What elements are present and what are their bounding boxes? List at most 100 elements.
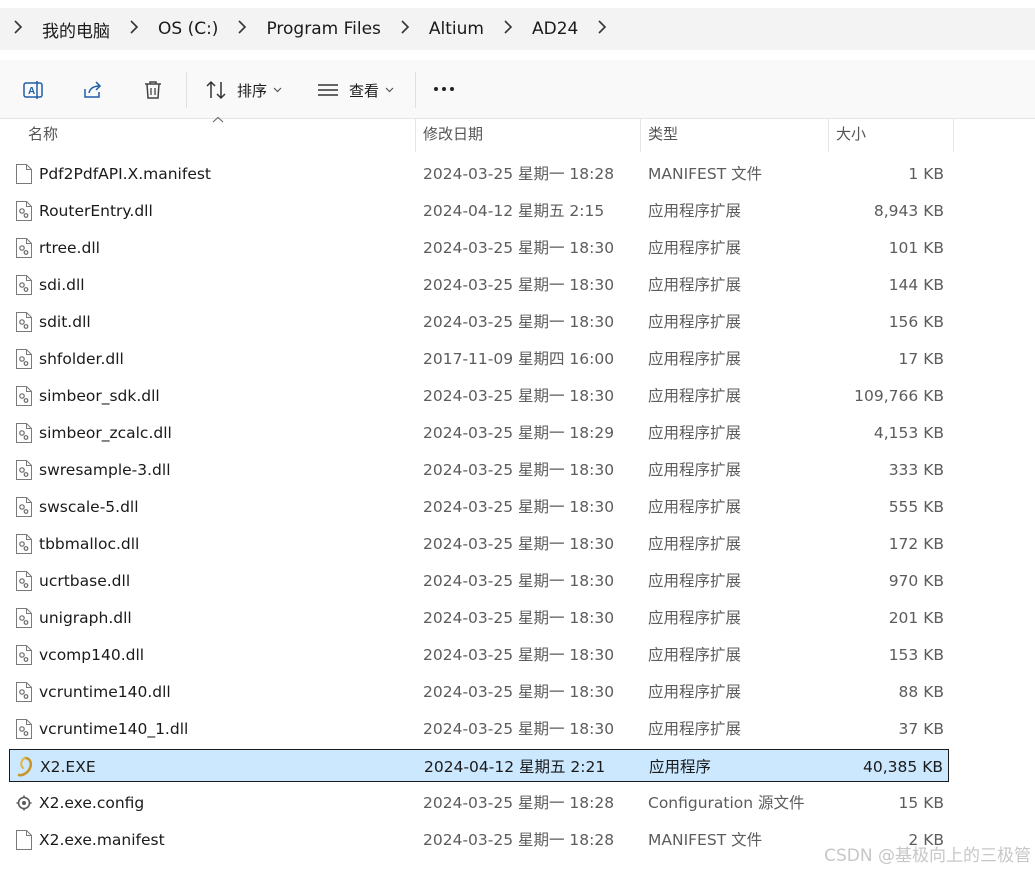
file-type: 应用程序扩展 xyxy=(648,239,742,257)
column-size[interactable]: 大小 xyxy=(836,118,866,152)
dll-file-icon xyxy=(15,496,33,518)
file-modified-date: 2024-04-12 星期五 2:21 xyxy=(424,758,606,776)
file-size: 153 KB xyxy=(888,646,944,664)
column-divider[interactable] xyxy=(828,118,829,152)
file-modified-date: 2024-03-25 星期一 18:29 xyxy=(423,424,615,442)
chevron-right-icon[interactable] xyxy=(120,19,148,39)
column-type[interactable]: 类型 xyxy=(648,118,678,152)
breadcrumb-item[interactable]: 我的电脑 xyxy=(32,17,120,42)
dll-file-icon xyxy=(15,311,33,333)
file-row[interactable]: vcomp140.dll 2024-03-25 星期一 18:30 应用程序扩展 15… xyxy=(9,638,949,671)
file-size: 156 KB xyxy=(888,313,944,331)
file-row[interactable]: swscale-5.dll 2024-03-25 星期一 18:30 应用程序扩展 5… xyxy=(9,490,949,523)
file-name: rtree.dll xyxy=(39,239,100,257)
file-row[interactable]: vcruntime140_1.dll 2024-03-25 星期一 18:30 应用… xyxy=(9,712,949,745)
dll-file-icon xyxy=(15,348,33,370)
file-name: X2.exe.manifest xyxy=(39,831,165,849)
file-row[interactable]: X2.exe.config 2024-03-25 星期一 18:28 Configu… xyxy=(9,786,949,819)
file-row[interactable]: Pdf2PdfAPI.X.manifest 2024-03-25 星期一 18:2… xyxy=(9,157,949,190)
altium-app-icon xyxy=(16,756,34,778)
dll-file-icon xyxy=(15,385,33,407)
toolbar-divider xyxy=(186,72,187,108)
sort-button[interactable]: 排序 xyxy=(205,76,282,104)
rename-icon[interactable]: A xyxy=(20,77,46,103)
file-size: 101 KB xyxy=(888,239,944,257)
file-modified-date: 2024-03-25 星期一 18:30 xyxy=(423,683,615,701)
file-type: 应用程序扩展 xyxy=(648,498,742,516)
file-size: 4,153 KB xyxy=(873,424,944,442)
file-type: 应用程序扩展 xyxy=(648,202,742,220)
file-name: Pdf2PdfAPI.X.manifest xyxy=(39,165,212,183)
view-button[interactable]: 查看 xyxy=(317,76,394,104)
file-modified-date: 2024-03-25 星期一 18:30 xyxy=(423,720,615,738)
column-divider[interactable] xyxy=(640,118,641,152)
chevron-down-icon xyxy=(385,87,394,93)
column-name[interactable]: 名称 xyxy=(28,118,58,152)
file-modified-date: 2024-03-25 星期一 18:30 xyxy=(423,276,615,294)
address-bar[interactable]: 我的电脑 OS (C:) Program Files Altium AD24 xyxy=(0,8,1035,50)
file-name: vcruntime140_1.dll xyxy=(39,720,189,738)
file-row[interactable]: sdit.dll 2024-03-25 星期一 18:30 应用程序扩展 156 KB xyxy=(9,305,949,338)
breadcrumb-item[interactable]: Altium xyxy=(419,19,494,39)
file-modified-date: 2024-03-25 星期一 18:28 xyxy=(423,831,615,849)
chevron-right-icon[interactable] xyxy=(228,19,256,39)
file-modified-date: 2024-04-12 星期五 2:15 xyxy=(423,202,605,220)
file-row[interactable]: unigraph.dll 2024-03-25 星期一 18:30 应用程序扩展 20… xyxy=(9,601,949,634)
toolbar-divider xyxy=(415,72,416,108)
file-modified-date: 2024-03-25 星期一 18:30 xyxy=(423,239,615,257)
file-row[interactable]: swresample-3.dll 2024-03-25 星期一 18:30 应用程序… xyxy=(9,453,949,486)
command-bar: A 排序 查看 xyxy=(0,60,1035,119)
file-row-selected[interactable]: X2.EXE 2024-04-12 星期五 2:21 应用程序 40,385 KB xyxy=(9,749,949,782)
file-type: 应用程序扩展 xyxy=(648,609,742,627)
more-icon[interactable] xyxy=(434,82,458,96)
breadcrumb-item[interactable]: AD24 xyxy=(522,19,588,39)
breadcrumb-item[interactable]: OS (C:) xyxy=(148,19,228,39)
file-name: swscale-5.dll xyxy=(39,498,139,516)
file-type: 应用程序扩展 xyxy=(648,572,742,590)
file-type: 应用程序扩展 xyxy=(648,387,742,405)
file-size: 333 KB xyxy=(888,461,944,479)
chevron-right-icon[interactable] xyxy=(494,19,522,39)
file-row[interactable]: tbbmalloc.dll 2024-03-25 星期一 18:30 应用程序扩展 1… xyxy=(9,527,949,560)
file-row[interactable]: vcruntime140.dll 2024-03-25 星期一 18:30 应用程序… xyxy=(9,675,949,708)
file-type: 应用程序扩展 xyxy=(648,424,742,442)
file-row[interactable]: X2.exe.manifest 2024-03-25 星期一 18:28 MANIF… xyxy=(9,823,949,856)
column-date[interactable]: 修改日期 xyxy=(423,118,483,152)
file-row[interactable]: simbeor_sdk.dll 2024-03-25 星期一 18:30 应用程序扩… xyxy=(9,379,949,412)
trash-icon[interactable] xyxy=(140,77,166,103)
chevron-right-icon[interactable] xyxy=(391,19,419,39)
file-type: 应用程序扩展 xyxy=(648,683,742,701)
share-icon[interactable] xyxy=(80,77,106,103)
dll-file-icon xyxy=(15,422,33,444)
view-label: 查看 xyxy=(349,81,380,100)
dll-file-icon xyxy=(15,570,33,592)
file-size: 37 KB xyxy=(898,720,944,738)
chevron-right-icon[interactable] xyxy=(4,19,32,39)
column-divider[interactable] xyxy=(415,118,416,152)
file-name: vcruntime140.dll xyxy=(39,683,171,701)
file-row[interactable]: shfolder.dll 2017-11-09 星期四 16:00 应用程序扩展 17… xyxy=(9,342,949,375)
file-size: 970 KB xyxy=(888,572,944,590)
file-row[interactable]: RouterEntry.dll 2024-04-12 星期五 2:15 应用程序扩展… xyxy=(9,194,949,227)
file-name: X2.exe.config xyxy=(39,794,145,812)
file-row[interactable]: simbeor_zcalc.dll 2024-03-25 星期一 18:29 应用程… xyxy=(9,416,949,449)
file-row[interactable]: sdi.dll 2024-03-25 星期一 18:30 应用程序扩展 144 KB xyxy=(9,268,949,301)
file-modified-date: 2024-03-25 星期一 18:30 xyxy=(423,461,615,479)
file-row[interactable]: rtree.dll 2024-03-25 星期一 18:30 应用程序扩展 101 K… xyxy=(9,231,949,264)
file-name: vcomp140.dll xyxy=(39,646,145,664)
file-modified-date: 2017-11-09 星期四 16:00 xyxy=(423,350,615,368)
breadcrumb-item[interactable]: Program Files xyxy=(256,19,390,39)
chevron-right-icon[interactable] xyxy=(588,19,616,39)
file-type: 应用程序扩展 xyxy=(648,720,742,738)
file-size: 15 KB xyxy=(898,794,944,812)
file-size: 144 KB xyxy=(888,276,944,294)
chevron-down-icon xyxy=(273,87,282,93)
file-name: swresample-3.dll xyxy=(39,461,171,479)
file-type: 应用程序扩展 xyxy=(648,461,742,479)
file-name: sdi.dll xyxy=(39,276,85,294)
file-row[interactable]: ucrtbase.dll 2024-03-25 星期一 18:30 应用程序扩展 97… xyxy=(9,564,949,597)
file-type: MANIFEST 文件 xyxy=(648,165,763,183)
dll-file-icon xyxy=(15,533,33,555)
column-divider[interactable] xyxy=(953,118,954,152)
dll-file-icon xyxy=(15,607,33,629)
